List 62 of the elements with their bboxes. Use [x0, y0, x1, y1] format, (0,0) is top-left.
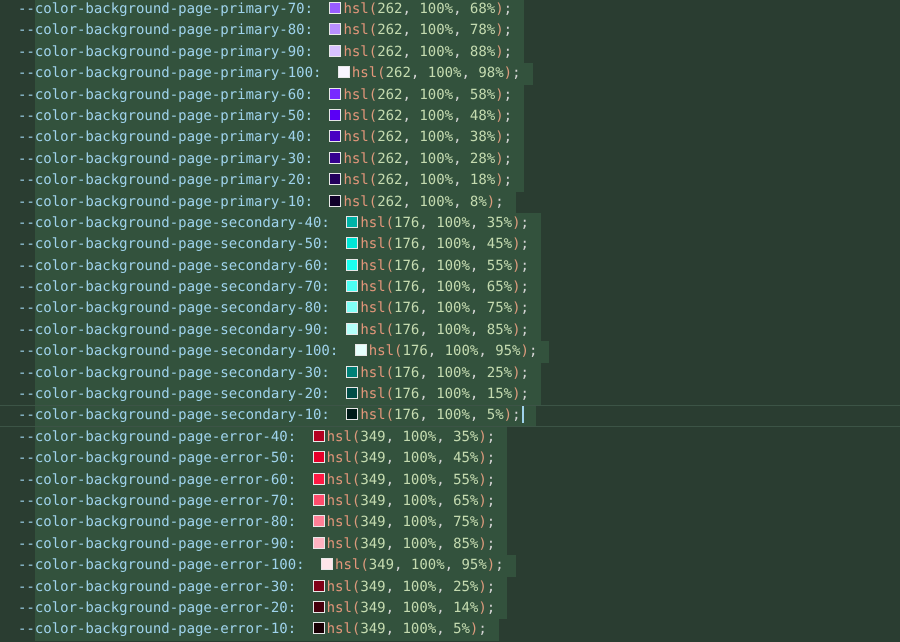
property-value: hsl(262, 100%, 88%); [343, 44, 512, 60]
property-name: --color-background-page-secondary-30: [18, 364, 330, 381]
property-value: hsl(176, 100%, 15%); [360, 386, 529, 402]
property-value: hsl(349, 100%, 35%); [326, 428, 496, 445]
property-name: --color-background-page-secondary-80: [18, 300, 330, 316]
property-name: --color-background-page-primary-60: [18, 86, 314, 103]
property-name: --color-background-page-error-100: [18, 557, 305, 574]
property-name: --color-background-page-primary-40: [18, 129, 314, 146]
property-name: --color-background-page-secondary-40: [18, 214, 330, 231]
property-name: --color-background-page-secondary-70: [18, 279, 330, 296]
property-value: hsl(176, 100%, 45%); [360, 236, 529, 252]
property-name: --color-background-page-primary-30: [18, 150, 314, 167]
property-value: hsl(262, 100%, 48%); [343, 108, 512, 124]
property-name: --color-background-page-error-60: [18, 472, 296, 488]
property-value: hsl(349, 100%, 95%); [335, 557, 504, 574]
property-value: hsl(176, 100%, 5%); [360, 407, 521, 424]
property-name: --color-background-page-secondary-10: [18, 407, 330, 424]
property-name: --color-background-page-error-80: [18, 514, 296, 530]
property-value: hsl(349, 100%, 45%); [326, 450, 496, 466]
property-name: --color-background-page-primary-80: [18, 22, 314, 38]
property-value: hsl(349, 100%, 55%); [326, 472, 496, 488]
property-value: hsl(176, 100%, 55%); [360, 258, 529, 274]
property-value: hsl(176, 100%, 65%); [360, 279, 529, 296]
property-name: --color-background-page-error-90: [18, 536, 296, 552]
property-name: --color-background-page-secondary-60: [18, 258, 330, 274]
property-name: --color-background-page-primary-50: [18, 108, 314, 124]
property-value: hsl(349, 100%, 65%); [326, 492, 496, 509]
property-name: --color-background-page-error-10: [18, 621, 296, 638]
property-name: --color-background-page-primary-10: [18, 194, 314, 210]
property-value: hsl(349, 100%, 75%); [326, 514, 496, 530]
property-value: hsl(349, 100%, 85%); [326, 536, 496, 552]
property-value: hsl(262, 100%, 8%); [343, 194, 504, 210]
property-value: hsl(176, 100%, 75%); [360, 300, 529, 316]
property-value: hsl(262, 100%, 38%); [343, 129, 512, 146]
property-value: hsl(349, 100%, 25%); [326, 578, 496, 595]
code-editor[interactable] [0, 0, 900, 642]
property-name: --color-background-page-primary-90: [18, 44, 314, 60]
property-value: hsl(262, 100%, 58%); [343, 86, 512, 103]
property-name: --color-background-page-error-50: [18, 450, 296, 466]
property-name: --color-background-page-error-70: [18, 492, 296, 509]
property-value: hsl(349, 100%, 14%); [326, 600, 496, 616]
property-name: --color-background-page-primary-100: [18, 65, 322, 82]
property-value: hsl(176, 100%, 25%); [360, 364, 529, 381]
property-value: hsl(176, 100%, 85%); [360, 322, 529, 338]
property-name: --color-background-page-error-20: [18, 600, 296, 616]
property-value: hsl(262, 100%, 28%); [343, 150, 512, 167]
property-name: --color-background-page-error-40: [18, 428, 296, 445]
property-name: --color-background-page-secondary-50: [18, 236, 330, 252]
property-name: --color-background-page-primary-70: [18, 1, 314, 17]
property-value: hsl(262, 100%, 78%); [343, 22, 512, 38]
property-name: --color-background-page-primary-20: [18, 172, 314, 188]
property-name: --color-background-page-secondary-90: [18, 322, 330, 338]
property-value: hsl(176, 100%, 35%); [360, 214, 529, 231]
property-name: --color-background-page-secondary-100: [18, 343, 338, 360]
property-name: --color-background-page-error-30: [18, 578, 296, 595]
property-name: --color-background-page-secondary-20: [18, 386, 330, 402]
property-value: hsl(176, 100%, 95%); [368, 343, 538, 360]
text-cursor [522, 406, 524, 424]
property-value: hsl(262, 100%, 18%); [343, 172, 512, 188]
property-value: hsl(262, 100%, 98%); [352, 65, 521, 82]
property-value: hsl(262, 100%, 68%); [343, 1, 512, 17]
property-value: hsl(349, 100%, 5%); [326, 621, 487, 638]
